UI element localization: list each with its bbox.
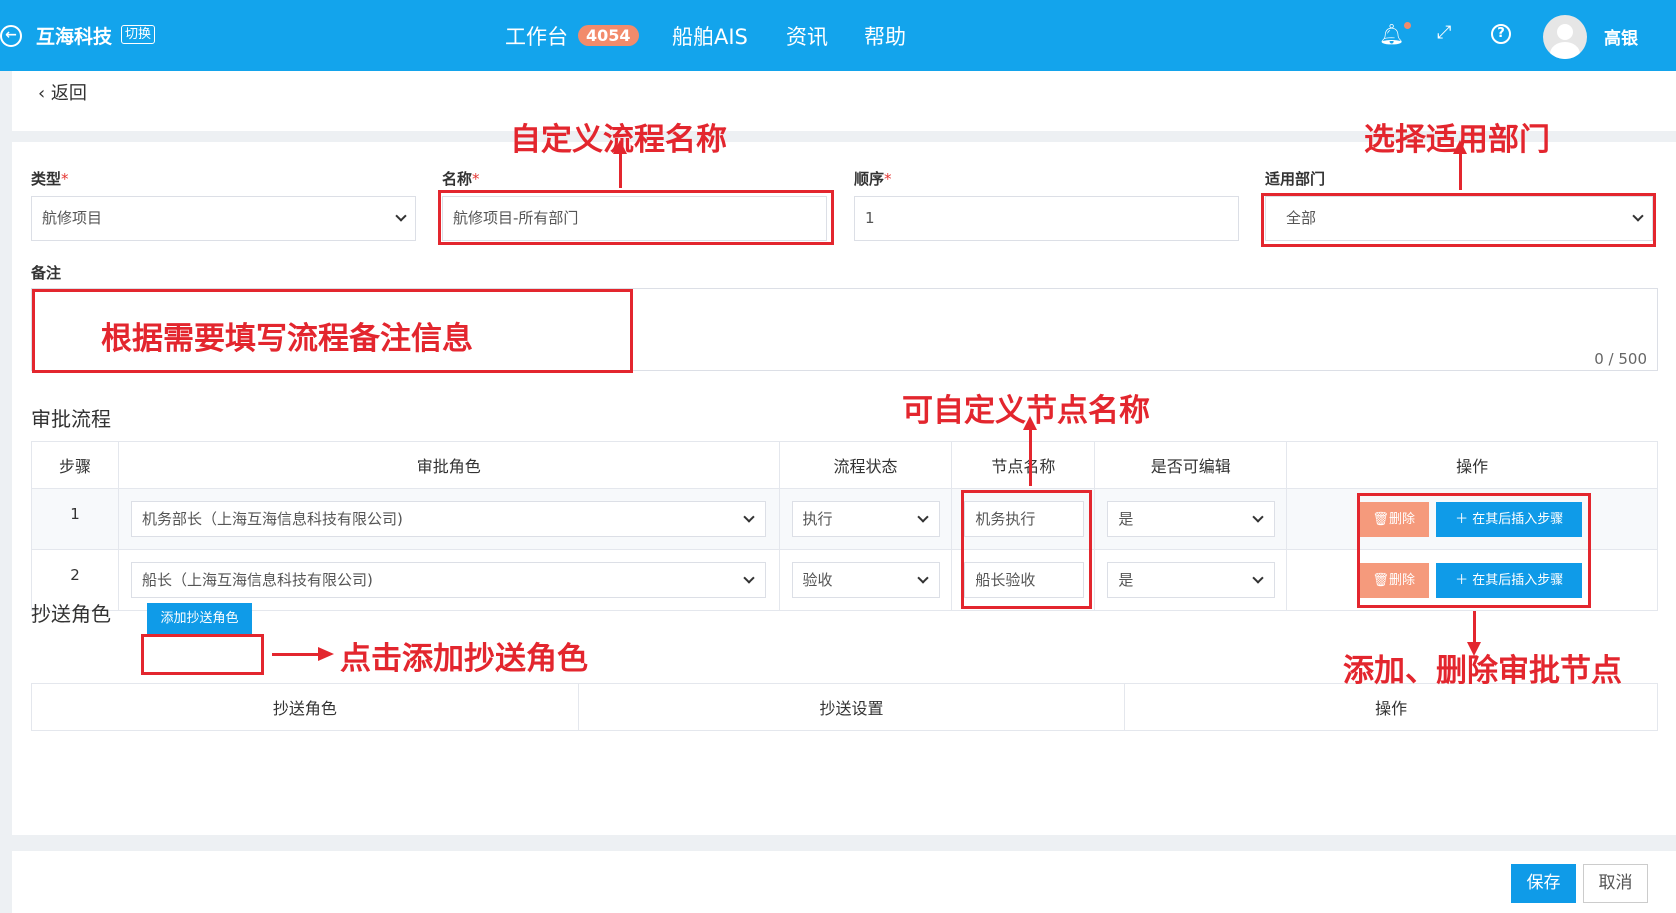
top-navigation-bar: ← 互海科技 切换 工作台 4054 船舶AIS 资讯 帮助 🔔︎ ⤢ ? 高银: [0, 0, 1676, 71]
table-header-row: 抄送角色 抄送设置 操作: [31, 683, 1658, 731]
annotation-box-ops: [1357, 493, 1591, 608]
role-value: 船长（上海互海信息科技有限公司): [141, 571, 373, 589]
column-header: 操作: [1124, 683, 1658, 731]
editable-value: 是: [1118, 571, 1134, 589]
remark-char-counter: 0 / 500: [1594, 350, 1647, 368]
chevron-down-icon: [916, 572, 929, 584]
annotation-box-name: [438, 190, 834, 245]
role-select[interactable]: 机务部长（上海互海信息科技有限公司): [130, 501, 766, 537]
annotation-name-hint: 自定义流程名称: [510, 122, 727, 158]
brand-name: 互海科技: [36, 26, 113, 48]
name-label: 名称*: [442, 170, 480, 188]
column-header: 流程状态: [778, 441, 953, 489]
role-select[interactable]: 船长（上海互海信息科技有限公司): [130, 562, 766, 598]
annotation-arrow: [272, 647, 334, 661]
editable-cell: 是: [1094, 488, 1288, 550]
add-cc-role-button[interactable]: 添加抄送角色: [147, 603, 252, 635]
help-icon[interactable]: ?: [1491, 24, 1511, 44]
table-header-row: 步骤 审批角色 流程状态 节点名称 是否可编辑 操作: [31, 441, 1658, 489]
order-input[interactable]: 1: [854, 196, 1239, 241]
type-value: 航修项目: [42, 209, 103, 227]
remark-label: 备注: [31, 264, 62, 282]
role-cell: 船长（上海互海信息科技有限公司): [117, 549, 780, 611]
annotation-arrow: [1467, 611, 1481, 656]
status-value: 执行: [802, 510, 833, 528]
column-header: 是否可编辑: [1094, 441, 1288, 489]
chevron-down-icon: [743, 572, 755, 584]
column-header: 节点名称: [951, 441, 1096, 489]
column-header: 抄送设置: [577, 683, 1126, 731]
status-cell: 执行: [778, 488, 953, 550]
column-header: 操作: [1286, 441, 1658, 489]
avatar[interactable]: [1543, 15, 1587, 59]
order-label: 顺序*: [854, 170, 892, 188]
cc-table: 抄送角色 抄送设置 操作: [31, 683, 1658, 731]
status-cell: 验收: [778, 549, 953, 611]
column-header: 步骤: [31, 441, 119, 489]
footer-bar: [12, 851, 1676, 913]
annotation-ops-hint: 添加、删除审批节点: [1343, 653, 1622, 689]
switch-company-button[interactable]: 切换: [121, 25, 156, 44]
chevron-down-icon: [1252, 511, 1264, 523]
editable-value: 是: [1118, 510, 1134, 528]
column-header: 抄送角色: [31, 683, 579, 731]
approval-section-title: 审批流程: [31, 407, 111, 431]
editable-select[interactable]: 是: [1107, 562, 1276, 598]
role-value: 机务部长（上海互海信息科技有限公司): [141, 510, 403, 528]
annotation-box-cc: [141, 634, 264, 675]
chevron-down-icon: [1252, 572, 1264, 584]
annotation-box-dept: [1261, 193, 1656, 247]
bell-icon[interactable]: 🔔︎: [1379, 22, 1404, 46]
cc-section-title: 抄送角色: [31, 602, 111, 626]
chevron-down-icon: [916, 511, 929, 523]
back-label: 返回: [50, 83, 87, 104]
fullscreen-icon[interactable]: ⤢: [1437, 22, 1451, 43]
back-circle-icon[interactable]: ←: [0, 25, 22, 47]
editable-select[interactable]: 是: [1107, 501, 1276, 537]
save-button[interactable]: 保存: [1511, 864, 1576, 903]
type-select[interactable]: 航修项目: [31, 196, 416, 241]
column-header: 审批角色: [117, 441, 780, 489]
back-link[interactable]: ‹ 返回: [38, 79, 87, 105]
annotation-dept-hint: 选择适用部门: [1364, 122, 1550, 158]
nav-news[interactable]: 资讯: [786, 21, 828, 51]
editable-cell: 是: [1094, 549, 1288, 611]
role-cell: 机务部长（上海互海信息科技有限公司): [117, 488, 780, 550]
chevron-down-icon: [743, 511, 755, 523]
order-value: 1: [865, 209, 875, 227]
status-select[interactable]: 验收: [791, 562, 940, 598]
type-label: 类型*: [31, 170, 69, 188]
dept-label: 适用部门: [1265, 170, 1326, 188]
annotation-cc-hint: 点击添加抄送角色: [340, 641, 588, 677]
annotation-box-node: [961, 490, 1092, 609]
status-value: 验收: [802, 571, 833, 589]
workbench-badge: 4054: [578, 25, 639, 46]
user-name[interactable]: 高银: [1604, 24, 1638, 49]
chevron-down-icon: [395, 210, 407, 222]
step-number: 1: [31, 488, 119, 550]
annotation-arrow: [1023, 416, 1037, 486]
nav-ship-ais[interactable]: 船舶AIS: [672, 21, 748, 51]
cancel-button[interactable]: 取消: [1583, 864, 1648, 903]
status-select[interactable]: 执行: [791, 501, 940, 537]
nav-help[interactable]: 帮助: [864, 21, 906, 51]
nav-workbench[interactable]: 工作台: [505, 21, 568, 51]
annotation-remark-hint: 根据需要填写流程备注信息: [101, 321, 473, 357]
notification-dot: [1404, 22, 1411, 29]
